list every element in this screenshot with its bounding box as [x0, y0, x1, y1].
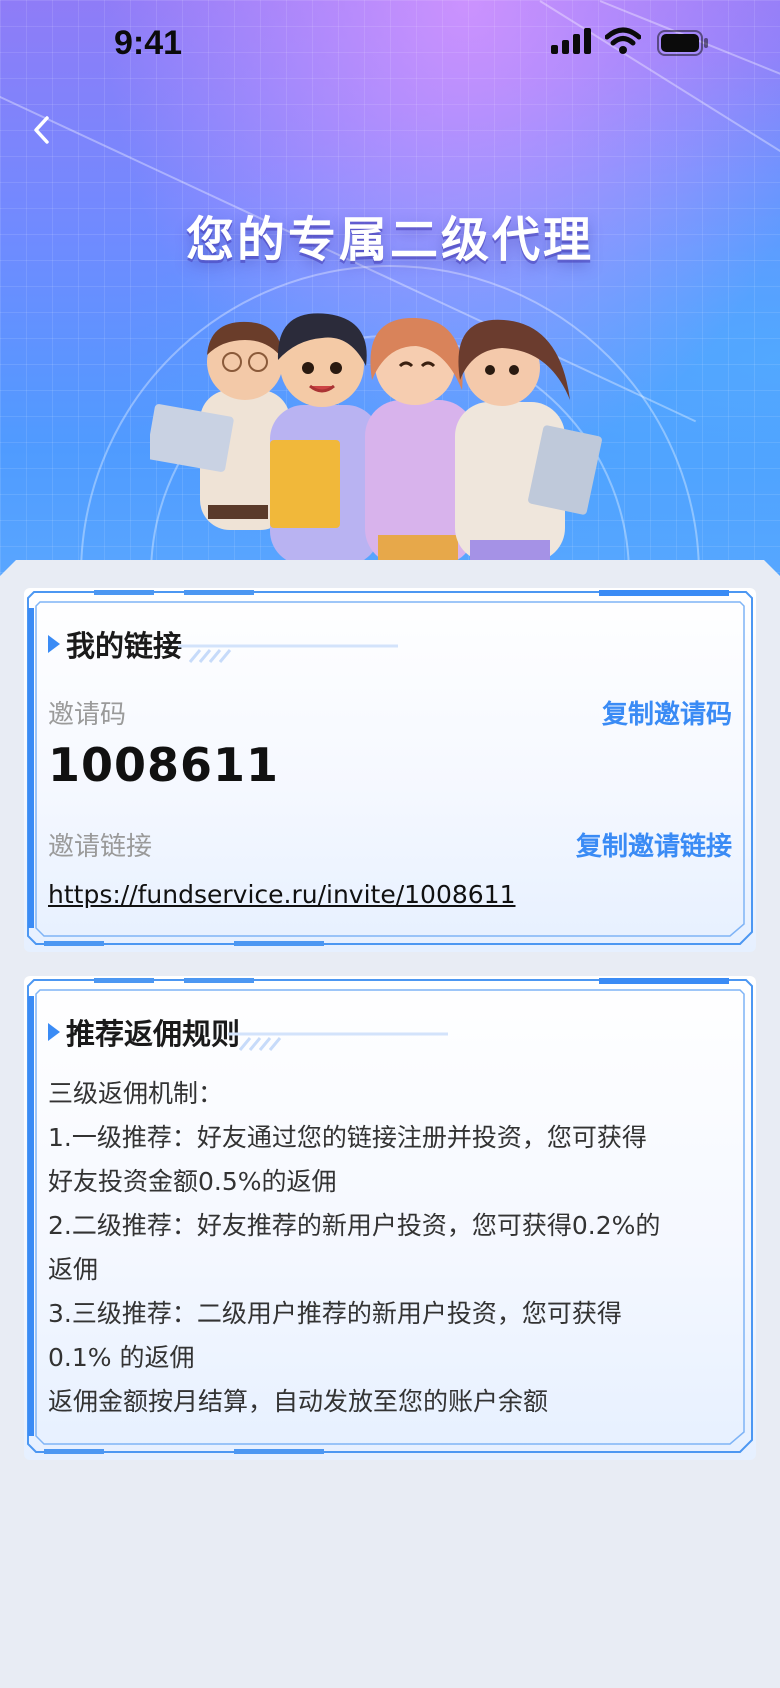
invite-code-value: 1008611 [48, 738, 280, 792]
rules-card: 推荐返佣规则 三级返佣机制： 1.一级推荐：好友通过您的链接注册并投资，您可获得… [24, 976, 756, 1460]
header-marker-icon [48, 1023, 60, 1041]
signal-icon [551, 28, 591, 54]
battery-icon [657, 30, 708, 56]
header-marker-icon [48, 635, 60, 653]
rules-line: 返佣金额按月结算，自动发放至您的账户余额 [48, 1387, 549, 1416]
my-link-card: 我的链接 邀请码 复制邀请码 1008611 邀请链接 复制邀请链接 https… [24, 588, 756, 952]
copy-invite-link-button[interactable]: 复制邀请链接 [576, 826, 732, 863]
my-link-header: 我的链接 [48, 624, 182, 664]
rules-line: 返佣 [48, 1255, 99, 1284]
copy-invite-code-button[interactable]: 复制邀请码 [602, 694, 732, 731]
rules-line: 1.一级推荐：好友通过您的链接注册并投资，您可获得 [48, 1123, 647, 1152]
rules-line: 3.三级推荐：二级用户推荐的新用户投资，您可获得 [48, 1299, 622, 1328]
person-4 [455, 319, 602, 566]
hero-banner: 9:41 您的专属二级代理 [0, 0, 780, 600]
my-link-title: 我的链接 [66, 629, 183, 663]
status-bar: 9:41 [0, 0, 780, 90]
team-illustration [150, 313, 602, 566]
rules-line: 三级返佣机制： [48, 1079, 224, 1108]
chevron-left-icon [34, 116, 49, 144]
invite-link-url[interactable]: https://fundservice.ru/invite/1008611 [48, 880, 516, 909]
page-title: 您的专属二级代理 [185, 212, 594, 268]
rules-text: 三级返佣机制： 1.一级推荐：好友通过您的链接注册并投资，您可获得 好友投资金额… [48, 1072, 732, 1424]
rules-line: 2.二级推荐：好友推荐的新用户投资，您可获得0.2%的 [48, 1211, 661, 1240]
invite-code-label: 邀请码 [48, 700, 127, 730]
rules-line: 0.1% 的返佣 [48, 1343, 195, 1372]
sheet-top-edge [0, 560, 780, 590]
header-decoration [178, 644, 398, 663]
header-decoration [228, 1032, 448, 1051]
status-time: 9:41 [114, 24, 183, 62]
invite-link-label: 邀请链接 [48, 832, 153, 862]
person-2 [270, 313, 380, 565]
rules-line: 好友投资金额0.5%的返佣 [48, 1167, 337, 1196]
rules-header: 推荐返佣规则 [48, 1012, 240, 1052]
back-button[interactable] [26, 110, 56, 150]
person-1 [150, 321, 290, 530]
wifi-icon [605, 27, 641, 54]
rules-title: 推荐返佣规则 [66, 1017, 241, 1051]
